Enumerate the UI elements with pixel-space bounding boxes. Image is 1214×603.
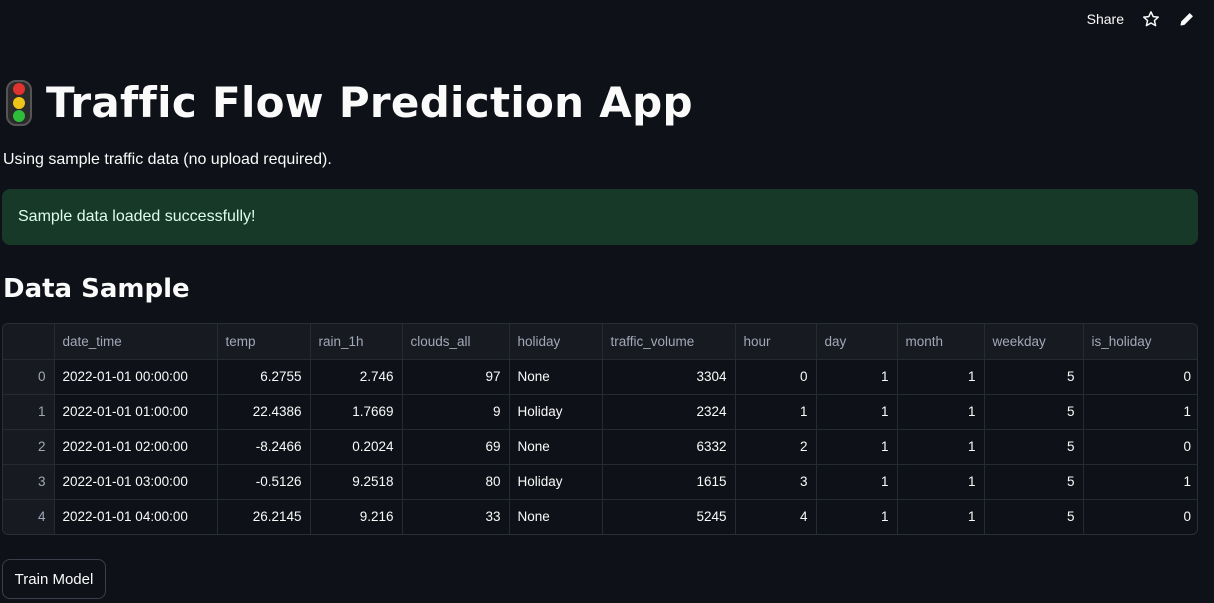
table-cell[interactable]: 1 — [897, 429, 985, 465]
section-title: Data Sample — [3, 274, 190, 304]
table-cell[interactable]: 1 — [816, 394, 898, 430]
table-cell[interactable]: 2 — [735, 429, 817, 465]
table-cell[interactable]: 5 — [984, 499, 1084, 534]
table-cell[interactable]: 5 — [984, 394, 1084, 430]
top-toolbar: Share — [1087, 6, 1196, 32]
table-cell[interactable]: -0.5126 — [217, 464, 311, 500]
table-cell[interactable]: 2022-01-01 02:00:00 — [54, 429, 218, 465]
table-cell[interactable]: 1 — [897, 394, 985, 430]
table-cell[interactable]: 0 — [1083, 359, 1197, 395]
column-header[interactable]: rain_1h — [310, 324, 403, 360]
table-cell[interactable]: 3 — [735, 464, 817, 500]
table-row: 4 2022-01-01 04:00:00 26.2145 9.216 33 N… — [3, 499, 1197, 534]
table-cell[interactable]: 1 — [816, 429, 898, 465]
table-cell[interactable]: 5 — [984, 464, 1084, 500]
success-message: Sample data loaded successfully! — [18, 208, 256, 225]
row-index[interactable]: 3 — [3, 464, 55, 500]
table-cell[interactable]: None — [509, 499, 603, 534]
table-cell[interactable]: None — [509, 429, 603, 465]
green-lamp — [13, 110, 25, 122]
table-cell[interactable]: 1 — [897, 464, 985, 500]
data-table[interactable]: date_time temp rain_1h clouds_all holida… — [2, 323, 1198, 535]
table-cell[interactable]: -8.2466 — [217, 429, 311, 465]
table-row: 0 2022-01-01 00:00:00 6.2755 2.746 97 No… — [3, 359, 1197, 395]
table-cell[interactable]: 0.2024 — [310, 429, 403, 465]
table-cell[interactable]: 80 — [402, 464, 510, 500]
dataframe: date_time temp rain_1h clouds_all holida… — [3, 324, 1197, 534]
table-cell[interactable]: 0 — [1083, 429, 1197, 465]
table-cell[interactable]: 1 — [735, 394, 817, 430]
yellow-lamp — [13, 96, 25, 109]
table-cell[interactable]: None — [509, 359, 603, 395]
star-icon[interactable] — [1142, 10, 1160, 28]
table-cell[interactable]: 3304 — [602, 359, 736, 395]
table-cell[interactable]: 4 — [735, 499, 817, 534]
table-cell[interactable]: 1 — [816, 464, 898, 500]
table-cell[interactable]: 1.7669 — [310, 394, 403, 430]
table-cell[interactable]: 5 — [984, 359, 1084, 395]
table-cell[interactable]: 1 — [816, 499, 898, 534]
table-cell[interactable]: Holiday — [509, 464, 603, 500]
table-row: 3 2022-01-01 03:00:00 -0.5126 9.2518 80 … — [3, 464, 1197, 500]
row-index[interactable]: 4 — [3, 499, 55, 534]
column-header[interactable]: holiday — [509, 324, 603, 360]
table-cell[interactable]: 0 — [1083, 499, 1197, 534]
table-cell[interactable]: 0 — [735, 359, 817, 395]
column-header[interactable]: traffic_volume — [602, 324, 736, 360]
red-lamp — [13, 83, 25, 95]
train-model-button[interactable]: Train Model — [2, 559, 106, 599]
success-alert: Sample data loaded successfully! — [2, 189, 1198, 245]
table-cell[interactable]: 2.746 — [310, 359, 403, 395]
table-cell[interactable]: 22.4386 — [217, 394, 311, 430]
table-cell[interactable]: 2022-01-01 00:00:00 — [54, 359, 218, 395]
table-cell[interactable]: 6332 — [602, 429, 736, 465]
table-cell[interactable]: 6.2755 — [217, 359, 311, 395]
app-page: Share Traffic Flow Prediction App Using … — [0, 0, 1214, 603]
column-header[interactable]: is_holiday — [1083, 324, 1197, 360]
table-cell[interactable]: 9 — [402, 394, 510, 430]
table-cell[interactable]: 2022-01-01 03:00:00 — [54, 464, 218, 500]
table-cell[interactable]: 1615 — [602, 464, 736, 500]
table-cell[interactable]: Holiday — [509, 394, 603, 430]
table-row: 1 2022-01-01 01:00:00 22.4386 1.7669 9 H… — [3, 394, 1197, 430]
table-cell[interactable]: 1 — [897, 499, 985, 534]
table-cell[interactable]: 1 — [1083, 464, 1197, 500]
table-cell[interactable]: 5245 — [602, 499, 736, 534]
row-index[interactable]: 0 — [3, 359, 55, 395]
page-title: Traffic Flow Prediction App — [46, 78, 693, 127]
table-cell[interactable]: 5 — [984, 429, 1084, 465]
table-row: 2 2022-01-01 02:00:00 -8.2466 0.2024 69 … — [3, 429, 1197, 465]
table-cell[interactable]: 9.2518 — [310, 464, 403, 500]
caption-text: Using sample traffic data (no upload req… — [3, 151, 332, 168]
table-cell[interactable]: 2022-01-01 01:00:00 — [54, 394, 218, 430]
column-header[interactable]: date_time — [54, 324, 218, 360]
column-header[interactable]: temp — [217, 324, 311, 360]
table-cell[interactable]: 1 — [897, 359, 985, 395]
table-cell[interactable]: 26.2145 — [217, 499, 311, 534]
table-cell[interactable]: 33 — [402, 499, 510, 534]
table-cell[interactable]: 1 — [816, 359, 898, 395]
row-index[interactable]: 2 — [3, 429, 55, 465]
column-header[interactable]: day — [816, 324, 898, 360]
table-header-row: date_time temp rain_1h clouds_all holida… — [3, 324, 1197, 360]
table-cell[interactable]: 97 — [402, 359, 510, 395]
column-header[interactable] — [3, 324, 55, 360]
table-cell[interactable]: 2022-01-01 04:00:00 — [54, 499, 218, 534]
column-header[interactable]: hour — [735, 324, 817, 360]
column-header[interactable]: clouds_all — [402, 324, 510, 360]
table-cell[interactable]: 2324 — [602, 394, 736, 430]
table-cell[interactable]: 9.216 — [310, 499, 403, 534]
share-button[interactable]: Share — [1087, 11, 1124, 27]
column-header[interactable]: month — [897, 324, 985, 360]
column-header[interactable]: weekday — [984, 324, 1084, 360]
table-cell[interactable]: 1 — [1083, 394, 1197, 430]
row-index[interactable]: 1 — [3, 394, 55, 430]
table-cell[interactable]: 69 — [402, 429, 510, 465]
traffic-light-icon — [6, 79, 32, 126]
title-row: Traffic Flow Prediction App — [6, 78, 693, 127]
pencil-icon[interactable] — [1178, 10, 1196, 28]
